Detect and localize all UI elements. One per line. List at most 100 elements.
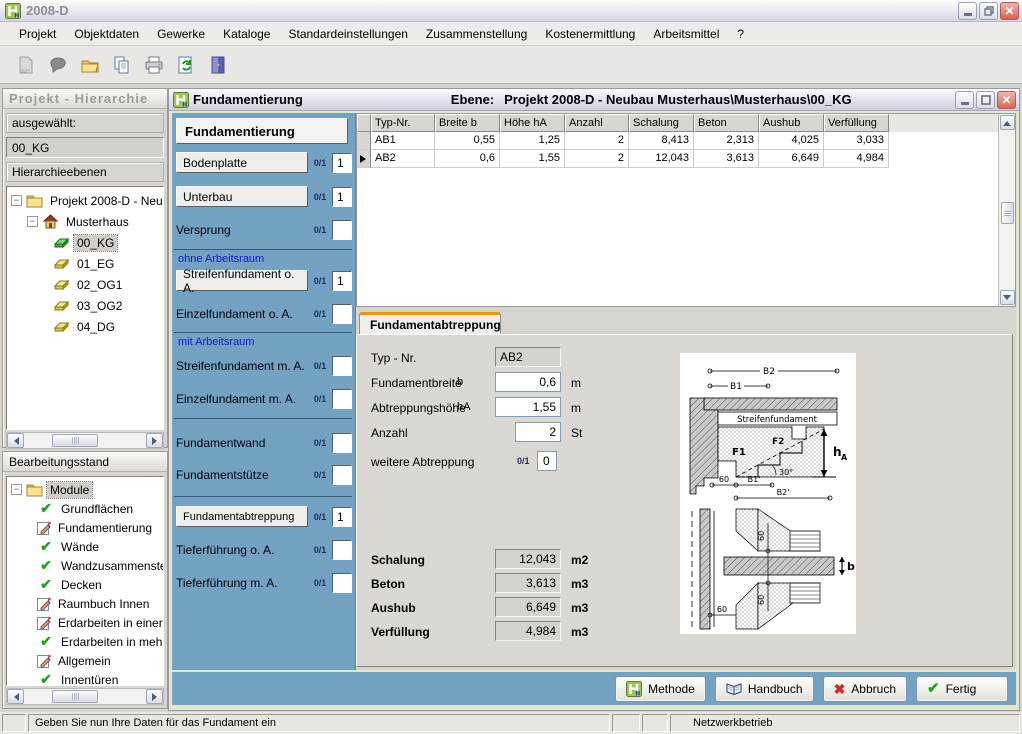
cell[interactable]: AB2 xyxy=(371,150,435,168)
streifenfundament-oa-button[interactable]: Streifenfundament o. A. xyxy=(176,270,308,291)
new-document-button[interactable] xyxy=(14,53,38,77)
abtreppungshoehe-input[interactable]: 1,55 xyxy=(495,397,561,417)
fundamentwand-label[interactable]: Fundamentwand xyxy=(176,436,308,450)
fundamentbreite-input[interactable]: 0,6 xyxy=(495,372,561,392)
cell[interactable]: 8,413 xyxy=(629,132,694,150)
modules-hscrollbar[interactable] xyxy=(6,688,164,705)
einzelfundament-ma-label[interactable]: Einzelfundament m. A. xyxy=(176,392,308,406)
scroll-right-icon[interactable] xyxy=(146,689,163,704)
bodenplatte-button[interactable]: Bodenplatte xyxy=(176,152,308,173)
handbuch-button[interactable]: Handbuch xyxy=(715,676,814,702)
methode-button[interactable]: H Methode xyxy=(615,676,706,702)
module-item[interactable]: ✔ Wände xyxy=(7,537,163,556)
col-breite-b[interactable]: Breite b xyxy=(435,114,500,132)
fundamentstuetze-label[interactable]: Fundamentstütze xyxy=(176,468,308,482)
fundamentabtreppung-button[interactable]: Fundamentabtreppung xyxy=(176,506,308,527)
tree-node-01eg[interactable]: 01_EG xyxy=(7,253,163,274)
scroll-up-icon[interactable] xyxy=(1000,115,1015,130)
collapse-icon[interactable]: − xyxy=(11,195,22,206)
scroll-thumb[interactable] xyxy=(52,690,98,703)
module-item[interactable]: ✔ Wandzusammenste xyxy=(7,556,163,575)
cell[interactable]: 0,55 xyxy=(435,132,500,150)
tab-fundamentabtreppung[interactable]: Fundamentabtreppung xyxy=(359,312,501,335)
hierarchy-hscrollbar[interactable] xyxy=(6,432,164,449)
col-anzahl[interactable]: Anzahl xyxy=(565,114,629,132)
module-item[interactable]: Fundamentierung xyxy=(7,518,163,537)
count-field[interactable] xyxy=(332,304,352,324)
export-button[interactable] xyxy=(174,53,198,77)
module-item[interactable]: ✔ Decken xyxy=(7,575,163,594)
scroll-left-icon[interactable] xyxy=(7,433,24,448)
cell[interactable]: 4,984 xyxy=(824,150,889,168)
module-item[interactable]: Erdarbeiten in einer xyxy=(7,613,163,632)
count-field[interactable]: 1 xyxy=(332,271,352,291)
cell[interactable]: 12,043 xyxy=(629,150,694,168)
col-hoehe-ha[interactable]: Höhe hA xyxy=(500,114,565,132)
menu-standardeinstellungen[interactable]: Standardeinstellungen xyxy=(279,24,416,44)
count-field[interactable]: 1 xyxy=(332,187,352,207)
tieferfuehrung-oa-label[interactable]: Tieferführung o. A. xyxy=(176,543,308,557)
tieferfuehrung-ma-label[interactable]: Tieferführung m. A. xyxy=(176,576,308,590)
cell[interactable]: 3,613 xyxy=(694,150,759,168)
menu-kostenermittlung[interactable]: Kostenermittlung xyxy=(536,24,644,44)
count-field[interactable] xyxy=(332,433,352,453)
module-item[interactable]: ✔ Erdarbeiten in mehre xyxy=(7,632,163,651)
count-field[interactable]: 1 xyxy=(332,507,352,527)
row-selector[interactable] xyxy=(357,132,371,150)
cell[interactable]: 4,025 xyxy=(759,132,824,150)
count-field[interactable] xyxy=(332,389,352,409)
cell[interactable]: 0,6 xyxy=(435,150,500,168)
col-schalung[interactable]: Schalung xyxy=(629,114,694,132)
tree-node-projekt[interactable]: − Projekt 2008-D - Neubau xyxy=(7,190,163,211)
versprung-label[interactable]: Versprung xyxy=(176,223,308,237)
scroll-left-icon[interactable] xyxy=(7,689,24,704)
count-field[interactable] xyxy=(332,540,352,560)
streifenfundament-ma-label[interactable]: Streifenfundament m. A. xyxy=(176,359,308,373)
collapse-icon[interactable]: − xyxy=(11,484,22,495)
tree-node-00kg[interactable]: 00_KG xyxy=(7,232,163,253)
child-close-button[interactable]: ✕ xyxy=(997,91,1016,109)
weitere-abtreppung-input[interactable]: 0 xyxy=(537,451,557,471)
menu-projekt[interactable]: Projekt xyxy=(10,24,65,44)
cell[interactable]: 2,313 xyxy=(694,132,759,150)
tree-node-03og2[interactable]: 03_OG2 xyxy=(7,295,163,316)
col-verfuellung[interactable]: Verfüllung xyxy=(824,114,889,132)
menu-objektdaten[interactable]: Objektdaten xyxy=(65,24,148,44)
abbruch-button[interactable]: ✖ Abbruch xyxy=(823,676,907,702)
scroll-thumb[interactable] xyxy=(52,434,98,447)
exit-button[interactable] xyxy=(206,53,230,77)
module-item[interactable]: Allgemein xyxy=(7,651,163,670)
cell[interactable]: 2 xyxy=(565,150,629,168)
menu-gewerke[interactable]: Gewerke xyxy=(148,24,214,44)
child-maximize-button[interactable] xyxy=(976,91,995,109)
cell[interactable]: AB1 xyxy=(371,132,435,150)
einzelfundament-oa-label[interactable]: Einzelfundament o. A. xyxy=(176,307,308,321)
close-button[interactable]: ✕ xyxy=(1000,2,1019,20)
open-project-button[interactable] xyxy=(46,53,70,77)
module-item[interactable]: ✔ Grundflächen xyxy=(7,499,163,518)
count-field[interactable] xyxy=(332,220,352,240)
scroll-thumb[interactable] xyxy=(1001,202,1014,224)
count-field[interactable] xyxy=(332,356,352,376)
cell[interactable]: 1,25 xyxy=(500,132,565,150)
copy-button[interactable] xyxy=(110,53,134,77)
open-folder-button[interactable] xyxy=(78,53,102,77)
col-beton[interactable]: Beton xyxy=(694,114,759,132)
menu-zusammenstellung[interactable]: Zusammenstellung xyxy=(417,24,536,44)
col-aushub[interactable]: Aushub xyxy=(759,114,824,132)
menu-kataloge[interactable]: Kataloge xyxy=(214,24,279,44)
scroll-down-icon[interactable] xyxy=(1000,290,1015,305)
tree-node-02og1[interactable]: 02_OG1 xyxy=(7,274,163,295)
table-vscrollbar[interactable] xyxy=(998,114,1015,306)
menu-arbeitsmittel[interactable]: Arbeitsmittel xyxy=(644,24,728,44)
cell[interactable]: 2 xyxy=(565,132,629,150)
minimize-button[interactable] xyxy=(958,2,977,20)
tree-node-04dg[interactable]: 04_DG xyxy=(7,316,163,337)
count-field[interactable] xyxy=(332,573,352,593)
unterbau-button[interactable]: Unterbau xyxy=(176,186,308,207)
restore-button[interactable] xyxy=(979,2,998,20)
module-item[interactable]: ✔ Innentüren xyxy=(7,670,163,686)
collapse-icon[interactable]: − xyxy=(27,216,38,227)
child-minimize-button[interactable] xyxy=(955,91,974,109)
fertig-button[interactable]: ✔ Fertig xyxy=(916,676,1008,702)
